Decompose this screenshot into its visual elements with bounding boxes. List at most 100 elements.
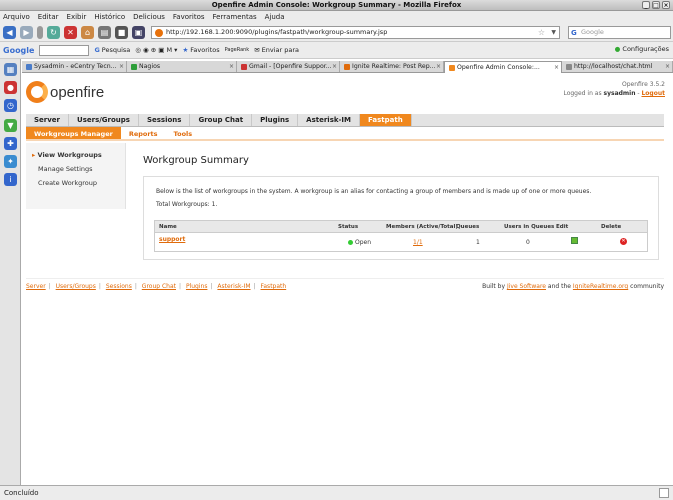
tab-nagios[interactable]: Nagios ×	[127, 61, 237, 72]
nav-plugins[interactable]: Plugins	[252, 114, 299, 126]
footer: Server | Users/Groups | Sessions | Group Ch…	[26, 278, 664, 290]
menu-exibir[interactable]: Exibir	[67, 13, 87, 21]
sidebar-icon-2[interactable]: ●	[4, 81, 17, 94]
resize-grip-icon[interactable]	[659, 488, 669, 498]
sidebar-item-create-workgroup[interactable]: Create Workgroup	[38, 179, 97, 187]
sidebar-icon-5[interactable]: ✚	[4, 137, 17, 150]
menu-delicious[interactable]: Delicious	[133, 13, 165, 21]
footer-link-server[interactable]: Server	[26, 283, 46, 290]
reload-icon[interactable]: ↻	[47, 25, 60, 39]
google-search-button[interactable]: G Pesquisa	[94, 46, 130, 54]
main-nav: Server Users/Groups Sessions Group Chat …	[26, 114, 664, 127]
star-icon[interactable]: ☆	[538, 27, 545, 38]
footer-link-sessions[interactable]: Sessions	[106, 283, 132, 290]
sub-nav: Workgroups Manager Reports Tools	[26, 127, 664, 141]
footer-link-asterisk-im[interactable]: Asterisk-IM	[217, 283, 250, 290]
tab-localhost-chat[interactable]: http://localhost/chat.html ×	[562, 61, 673, 72]
logout-link[interactable]: Logout	[641, 90, 665, 97]
stop-icon[interactable]: ✕	[64, 25, 77, 39]
subnav-reports[interactable]: Reports	[121, 127, 166, 139]
sidebar-item-manage-settings[interactable]: Manage Settings	[38, 165, 93, 173]
users-in-queues-count: 0	[526, 239, 530, 246]
google-search-input[interactable]	[39, 44, 90, 56]
nav-fastpath[interactable]: Fastpath	[360, 114, 412, 126]
menu-historico[interactable]: Histórico	[94, 13, 125, 21]
close-icon[interactable]: ×	[554, 62, 559, 73]
tab-favicon-icon	[344, 63, 350, 70]
footer-link-group-chat[interactable]: Group Chat	[142, 283, 176, 290]
back-icon[interactable]: ◀	[3, 25, 16, 39]
settings-button[interactable]: ● Configurações	[615, 45, 669, 53]
menu-arquivo[interactable]: Arquivo	[3, 13, 30, 21]
favorites-button[interactable]: ★ Favoritos	[182, 46, 219, 54]
close-icon[interactable]: ×	[665, 61, 670, 72]
jive-software-link[interactable]: Jive Software	[507, 283, 546, 290]
tab-openfire[interactable]: Openfire Admin Console:... ×	[444, 61, 562, 73]
home-icon[interactable]: ⌂	[81, 25, 94, 39]
minimize-icon[interactable]: _	[642, 1, 650, 9]
status-open-icon	[348, 240, 353, 245]
openfire-flame-icon	[26, 81, 48, 103]
tab-label: Sysadmin - eCentry Tecn...	[34, 63, 117, 70]
status-text: Concluído	[4, 489, 39, 497]
and-the-text: and the	[547, 283, 571, 290]
tab-sysadmin[interactable]: Sysadmin - eCentry Tecn... ×	[22, 61, 127, 72]
workgroup-panel: Below is the list of workgroups in the s…	[143, 176, 659, 260]
edit-icon[interactable]	[571, 237, 578, 246]
info-icon[interactable]: i	[4, 173, 17, 186]
subnav-workgroups-manager[interactable]: Workgroups Manager	[26, 127, 121, 139]
close-icon[interactable]: ×	[332, 61, 337, 72]
workgroup-name-link[interactable]: support	[159, 236, 185, 243]
addon-icon[interactable]: ▣	[132, 25, 145, 39]
send-to-button[interactable]: ✉ Enviar para	[254, 46, 299, 54]
chevron-down-icon[interactable]: ▼	[551, 27, 556, 38]
search-input[interactable]: G Google	[568, 26, 671, 39]
total-workgroups: Total Workgroups: 1.	[156, 201, 218, 208]
openfire-logo[interactable]: openfire	[26, 81, 104, 103]
nav-sessions[interactable]: Sessions	[139, 114, 191, 126]
nav-group-chat[interactable]: Group Chat	[190, 114, 253, 126]
tab-bar: Sysadmin - eCentry Tecn... × Nagios × Gmai…	[22, 61, 673, 73]
ignite-realtime-link[interactable]: IgniteRealtime.org	[573, 283, 628, 290]
close-icon[interactable]: ×	[662, 1, 670, 9]
tab-label: Ignite Realtime: Post Rep...	[352, 63, 436, 70]
toolbar-extra-icons[interactable]: ◎ ◉ ⊕ ▣ M ▾	[135, 46, 177, 54]
col-queues: Queues	[456, 224, 480, 230]
menu-favoritos[interactable]: Favoritos	[173, 13, 205, 21]
window-title: Openfire Admin Console: Workgroup Summar…	[211, 1, 462, 9]
puzzle-icon[interactable]: ✦	[4, 155, 17, 168]
clock-icon[interactable]: ◷	[4, 99, 17, 112]
footer-link-users-groups[interactable]: Users/Groups	[56, 283, 96, 290]
col-delete: Delete	[601, 224, 622, 230]
navigation-toolbar: ◀ ▶ ↻ ✕ ⌂ ▤ ■ ▣ http://192.168.1.200:909…	[0, 23, 673, 42]
menu-editar[interactable]: Editar	[38, 13, 59, 21]
url-bar[interactable]: http://192.168.1.200:9090/plugins/fastpa…	[151, 26, 560, 39]
sidebar-item-view-workgroups[interactable]: ▸ View Workgroups	[32, 151, 102, 159]
bookmark-icon[interactable]: ■	[115, 25, 128, 39]
footer-link-fastpath[interactable]: Fastpath	[260, 283, 286, 290]
tab-favicon-icon	[566, 63, 572, 70]
delete-icon[interactable]: ✕	[620, 237, 627, 245]
nav-users-groups[interactable]: Users/Groups	[69, 114, 139, 126]
nav-asterisk-im[interactable]: Asterisk-IM	[298, 114, 360, 126]
maximize-icon[interactable]: □	[652, 1, 660, 9]
subnav-tools[interactable]: Tools	[166, 127, 201, 139]
browser-sidebar: ▦ ● ◷ ▼ ✚ ✦ i	[0, 59, 21, 485]
members-link[interactable]: 1/1	[413, 239, 423, 246]
col-status: Status	[338, 224, 359, 230]
sidebar-icon-1[interactable]: ▦	[4, 63, 17, 76]
forward-icon[interactable]: ▶	[20, 25, 33, 39]
footer-link-plugins[interactable]: Plugins	[186, 283, 208, 290]
print-icon[interactable]: ▤	[98, 25, 111, 39]
close-icon[interactable]: ×	[119, 61, 124, 72]
tab-ignite[interactable]: Ignite Realtime: Post Rep... ×	[340, 61, 444, 72]
menu-ajuda[interactable]: Ajuda	[265, 13, 285, 21]
pagerank-indicator: PageRank	[224, 47, 250, 53]
tab-gmail[interactable]: Gmail - [Openfire Suppor... ×	[237, 61, 340, 72]
nav-server[interactable]: Server	[26, 114, 70, 126]
menu-ferramentas[interactable]: Ferramentas	[213, 13, 257, 21]
history-dropdown-icon[interactable]	[37, 25, 43, 39]
download-icon[interactable]: ▼	[4, 119, 17, 132]
close-icon[interactable]: ×	[229, 61, 234, 72]
close-icon[interactable]: ×	[436, 61, 441, 72]
